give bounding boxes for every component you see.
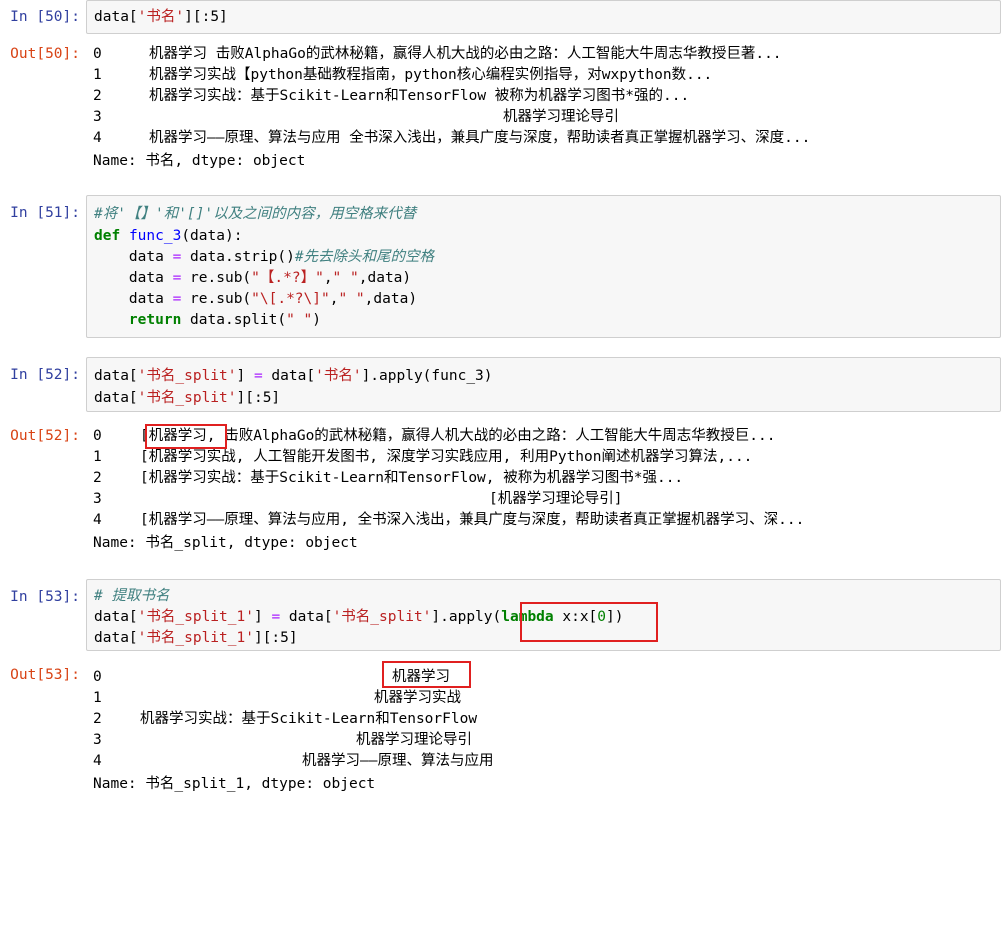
code-line: data['书名_split'] = data['书名'].apply(func… — [94, 368, 493, 384]
output-row: 机器学习理论导引 — [503, 109, 619, 125]
code-line: data['书名_split'][:5] — [94, 390, 281, 406]
highlight-box — [145, 424, 227, 449]
output-footer: Name: 书名, dtype: object — [93, 153, 306, 169]
output-index: 2 — [93, 88, 102, 104]
input-prompt: In [51]: — [10, 205, 80, 221]
input-prompt: In [53]: — [10, 589, 80, 605]
output-index: 1 — [93, 449, 102, 465]
output-row: 机器学习实战 — [374, 690, 461, 706]
output-row: [机器学习, 击败AlphaGo的武林秘籍，赢得人机大战的必由之路：人工智能大牛… — [140, 428, 776, 444]
output-row: [机器学习理论导引] — [489, 491, 623, 507]
code-line: data['书名'][:5] — [94, 9, 228, 25]
output-row: 机器学习实战【python基础教程指南，python核心编程实例指导，对wxpy… — [149, 67, 713, 83]
output-prompt: Out[50]: — [10, 46, 80, 62]
output-row: [机器学习实战：基于Scikit-Learn和TensorFlow, 被称为机器… — [140, 470, 684, 486]
output-row: [机器学习实战, 人工智能开发图书, 深度学习实践应用, 利用Python阐述机… — [140, 449, 753, 465]
code-line: data = data.strip()#先去除头和尾的空格 — [94, 249, 435, 265]
output-index: 4 — [93, 512, 102, 528]
output-row: 机器学习理论导引 — [356, 732, 472, 748]
output-index: 1 — [93, 690, 102, 706]
code-input[interactable]: data['书名'][:5] — [86, 0, 1001, 34]
output-index: 4 — [93, 753, 102, 769]
code-line: data['书名_split_1'][:5] — [94, 630, 298, 646]
output-index: 4 — [93, 130, 102, 146]
output-footer: Name: 书名_split, dtype: object — [93, 535, 358, 551]
output-row: 机器学习实战：基于Scikit-Learn和TensorFlow 被称为机器学习… — [149, 88, 690, 104]
input-prompt: In [50]: — [10, 9, 80, 25]
output-row: 机器学习实战：基于Scikit-Learn和TensorFlow — [140, 711, 478, 727]
input-prompt: In [52]: — [10, 367, 80, 383]
code-line: data = re.sub("\[.*?\]"," ",data) — [94, 291, 418, 307]
output-index: 3 — [93, 109, 102, 125]
code-line: data = re.sub("【.*?】"," ",data) — [94, 270, 412, 286]
output-prompt: Out[53]: — [10, 667, 80, 683]
output-row: [机器学习——原理、算法与应用, 全书深入浅出，兼具广度与深度，帮助读者真正掌握… — [140, 512, 805, 528]
output-row: 机器学习——原理、算法与应用 全书深入浅出，兼具广度与深度，帮助读者真正掌握机器… — [149, 130, 811, 146]
highlight-box — [520, 602, 658, 642]
output-area: 0 [机器学习, 击败AlphaGo的武林秘籍，赢得人机大战的必由之路：人工智能… — [93, 426, 804, 699]
output-index: 1 — [93, 67, 102, 83]
output-index: 0 — [93, 46, 102, 62]
output-index: 0 — [93, 669, 102, 685]
output-area: 0 机器学习 1 机器学习实战 2 机器学习实战：基于Scikit-Learn和… — [93, 667, 493, 940]
code-line: # 提取书名 — [94, 588, 170, 604]
output-prompt: Out[52]: — [10, 428, 80, 444]
output-index: 2 — [93, 711, 102, 727]
output-row: 机器学习 击败AlphaGo的武林秘籍，赢得人机大战的必由之路：人工智能大牛周志… — [149, 46, 782, 62]
code-input[interactable]: #将'【】'和'[]'以及之间的内容，用空格来代替 def func_3(dat… — [86, 195, 1001, 338]
output-index: 2 — [93, 470, 102, 486]
output-index: 3 — [93, 491, 102, 507]
output-row: 机器学习——原理、算法与应用 — [302, 753, 494, 769]
code-line: def func_3(data): — [94, 228, 243, 244]
highlight-box — [382, 661, 471, 688]
output-index: 0 — [93, 428, 102, 444]
code-line: return data.split(" ") — [128, 312, 322, 328]
code-input[interactable]: data['书名_split'] = data['书名'].apply(func… — [86, 357, 1001, 412]
output-index: 3 — [93, 732, 102, 748]
code-line: #将'【】'和'[]'以及之间的内容，用空格来代替 — [94, 206, 417, 222]
output-footer: Name: 书名_split_1, dtype: object — [93, 776, 376, 792]
